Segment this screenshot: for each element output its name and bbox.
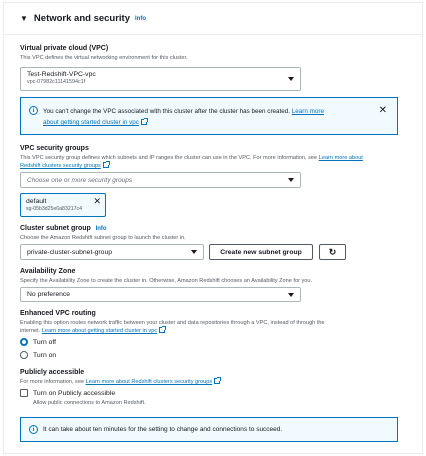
settings-info-alert: i It can take about ten minutes for the … — [20, 417, 398, 442]
security-groups-link-1[interactable]: Learn more about — [319, 155, 363, 161]
subnet-info-link[interactable]: Info — [96, 226, 107, 232]
az-selected: No preference — [27, 291, 71, 298]
public-checkbox[interactable] — [20, 389, 28, 397]
az-description: Specify the Availability Zone to create … — [20, 278, 313, 284]
public-checkbox-description: Allow public connections to Amazon Redsh… — [33, 400, 146, 406]
token-id: sg-05b3d25e6a83217c4 — [26, 206, 82, 212]
public-label: Publicly accessible — [20, 369, 85, 376]
chevron-down-icon — [288, 178, 294, 182]
external-link-icon — [159, 326, 167, 334]
radio-turn-off-label: Turn off — [33, 338, 57, 346]
enhanced-routing-label: Enhanced VPC routing — [20, 310, 96, 317]
section-header[interactable]: ▼ Network and security Info — [4, 3, 422, 35]
public-link[interactable]: Learn more about Redshift clusters secur… — [86, 379, 213, 385]
vpc-select[interactable]: Test-Redshift-VPC-vpc vpc-07982c11141594… — [20, 67, 301, 91]
remove-token-icon[interactable]: ✕ — [93, 197, 101, 206]
vpc-alert-text: You can't change the VPC associated with… — [43, 108, 291, 115]
vpc-alert-link-1[interactable]: Learn more — [292, 108, 324, 115]
chevron-down-icon — [191, 250, 197, 254]
vpc-selected-id: vpc-07982c11141594c1f — [27, 79, 86, 85]
vpc-selected-name: Test-Redshift-VPC-vpc — [27, 71, 96, 78]
vpc-label: Virtual private cloud (VPC) — [20, 45, 109, 52]
vpc-alert-link-2[interactable]: about getting started cluster in vpc — [43, 119, 139, 126]
vpc-alert-message: You can't change the VPC associated with… — [43, 106, 373, 128]
network-security-panel: ▼ Network and security Info Virtual priv… — [3, 2, 423, 454]
security-groups-link-2[interactable]: Redshift clusters security groups — [20, 163, 101, 169]
section-info-link[interactable]: Info — [135, 16, 146, 22]
refresh-button[interactable]: ↻ — [319, 244, 346, 260]
vpc-description: This VPC defines the virtual networking … — [20, 55, 188, 61]
subnet-selected: private-cluster-subnet-group — [27, 248, 113, 256]
info-icon: i — [29, 106, 38, 115]
public-desc-text: For more information, see — [20, 379, 85, 385]
subnet-label-row: Cluster subnet group Info — [20, 225, 107, 232]
external-link-icon — [214, 377, 222, 384]
radio-turn-on[interactable]: Turn on — [20, 351, 56, 359]
chevron-down-icon — [288, 77, 294, 81]
subnet-description: Choose the Amazon Redshift subnet group … — [20, 235, 186, 241]
enhanced-routing-description: Enabling this option routes network traf… — [20, 319, 400, 335]
subnet-select[interactable]: private-cluster-subnet-group — [20, 244, 204, 260]
create-subnet-group-button[interactable]: Create new subnet group — [209, 244, 313, 260]
enhanced-routing-link[interactable]: Learn more about getting started cluster… — [42, 328, 157, 334]
external-link-icon — [102, 161, 110, 169]
refresh-icon: ↻ — [328, 246, 337, 257]
vpc-info-alert: i You can't change the VPC associated wi… — [20, 97, 398, 135]
section-title: Network and security — [33, 13, 131, 24]
az-label: Availability Zone — [20, 268, 76, 275]
public-checkbox-label: Turn on Publicly accessible — [33, 389, 116, 397]
chevron-down-icon — [288, 292, 294, 297]
subnet-label: Cluster subnet group — [20, 225, 91, 232]
radio-turn-on-label: Turn on — [33, 351, 57, 359]
external-link-icon — [140, 118, 148, 126]
close-icon[interactable]: ✕ — [379, 106, 387, 116]
info-icon: i — [29, 425, 38, 434]
security-groups-description: This VPC security group defines which su… — [20, 154, 400, 170]
enhanced-routing-desc-1: Enabling this option routes network traf… — [20, 320, 325, 326]
az-select[interactable]: No preference — [20, 287, 301, 302]
security-groups-placeholder: Choose one or more security groups — [27, 176, 133, 184]
security-groups-label: VPC security groups — [20, 145, 89, 152]
settings-alert-text: It can take about ten minutes for the se… — [43, 426, 283, 433]
radio-button-selected[interactable] — [20, 338, 28, 346]
enhanced-routing-desc-2: internet. — [20, 328, 41, 335]
security-groups-select[interactable]: Choose one or more security groups — [20, 172, 301, 188]
collapse-caret-icon[interactable]: ▼ — [20, 14, 28, 23]
security-group-token: default sg-05b3d25e6a83217c4 ✕ — [20, 193, 106, 217]
radio-turn-off[interactable]: Turn off — [20, 338, 56, 346]
security-groups-desc-text: This VPC security group defines which su… — [20, 155, 318, 161]
public-description: For more information, see Learn more abo… — [20, 377, 222, 386]
radio-button[interactable] — [20, 351, 28, 359]
public-checkbox-row[interactable]: Turn on Publicly accessible — [20, 389, 115, 397]
